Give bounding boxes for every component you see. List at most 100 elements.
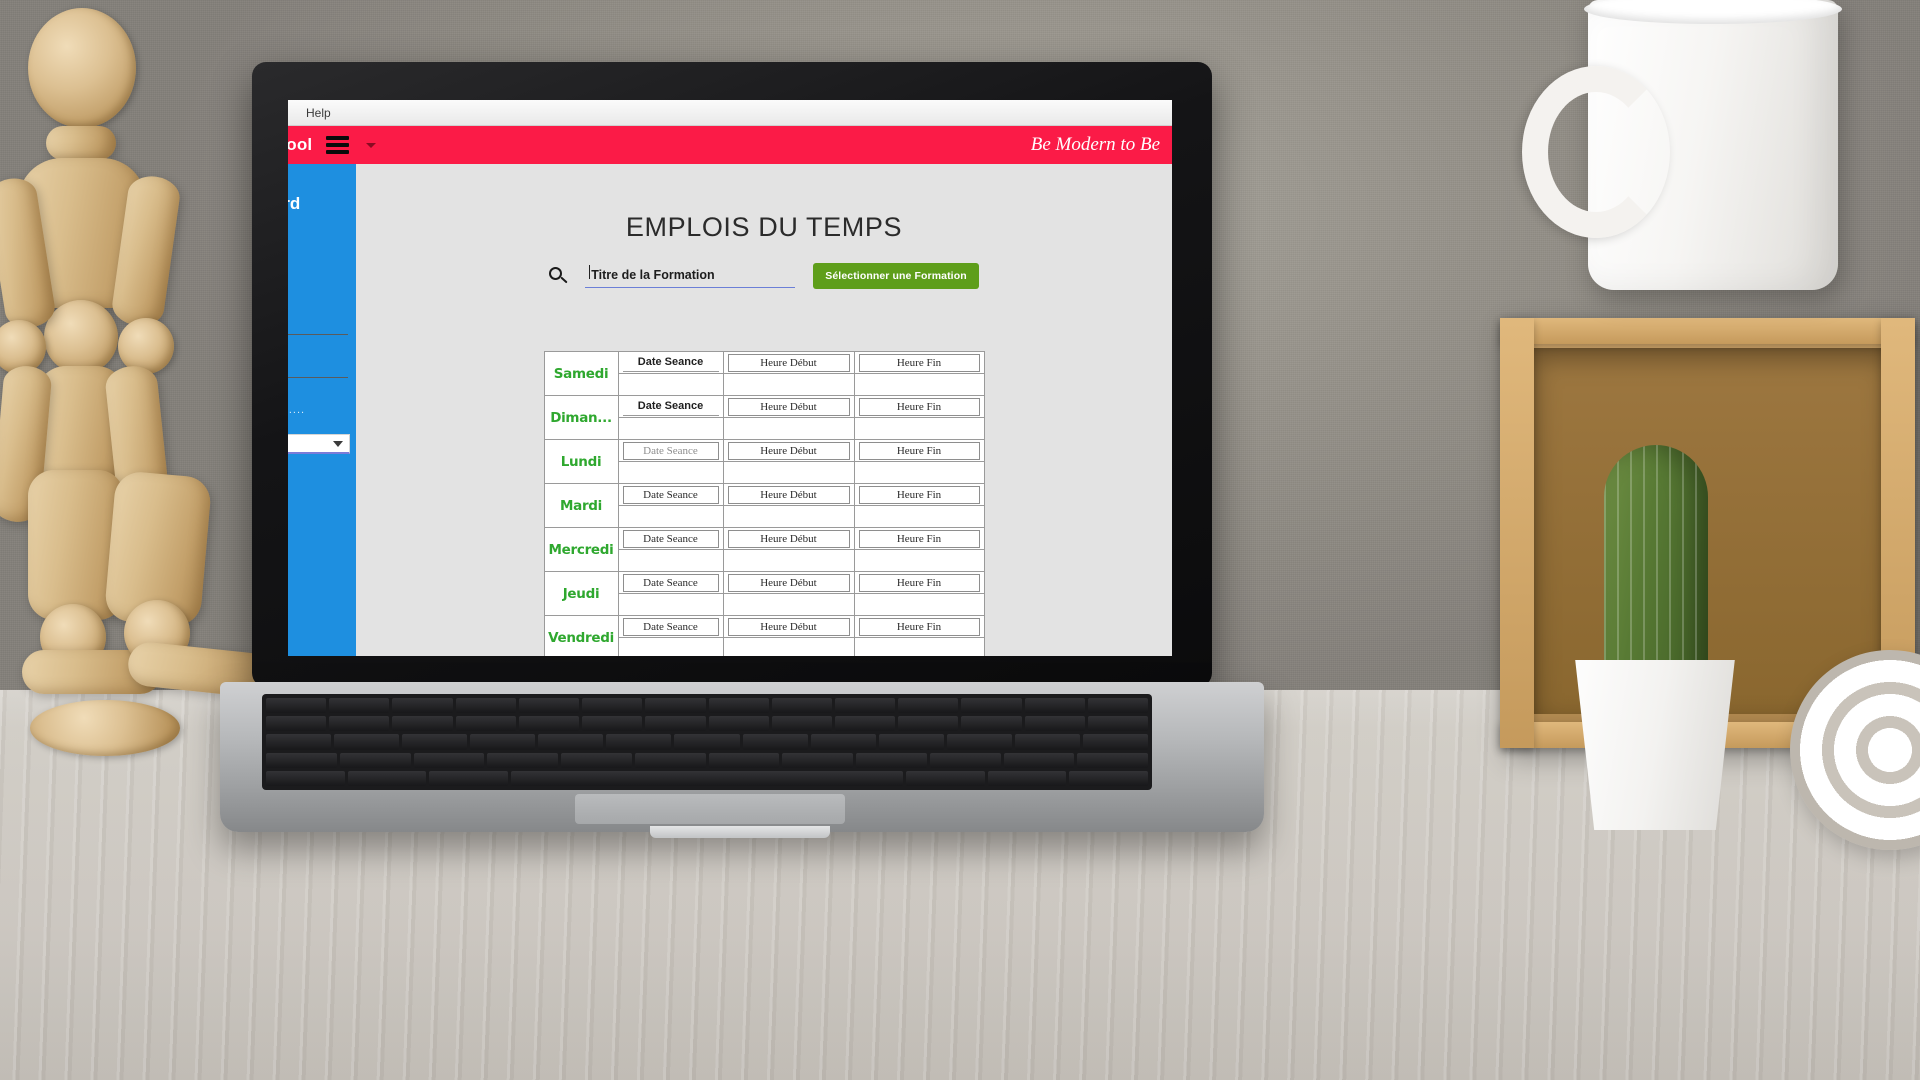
main-content: EMPLOIS DU TEMPS Titre de la Formation S… xyxy=(356,164,1172,656)
heure-debut-value[interactable] xyxy=(723,461,854,483)
heure-debut-input[interactable]: Heure Début xyxy=(727,617,850,636)
table-row: Vendredi Date Seance Heure Début Heure F… xyxy=(543,615,985,656)
laptop-base xyxy=(220,682,1264,838)
search-input[interactable]: Titre de la Formation xyxy=(585,264,796,288)
heure-fin-input[interactable]: Heure Fin xyxy=(858,485,980,504)
heure-debut-value[interactable] xyxy=(723,373,854,395)
heure-debut-value[interactable] xyxy=(723,549,854,571)
date-seance-input[interactable]: Date Seance xyxy=(622,353,719,372)
table-row: Lundi Date Seance Heure Début Heure Fin xyxy=(543,439,985,484)
sidebar-select[interactable] xyxy=(288,434,350,454)
day-label: Samedi xyxy=(543,351,619,396)
date-seance-value[interactable] xyxy=(618,373,723,395)
heure-fin-value[interactable] xyxy=(854,373,984,395)
heure-fin-cell: Heure Fin xyxy=(853,395,985,440)
day-label: Jeudi xyxy=(543,571,619,616)
date-seance-input[interactable]: Date Seance xyxy=(622,485,719,504)
heure-debut-cell: Heure Début xyxy=(722,351,855,396)
heure-debut-input[interactable]: Heure Début xyxy=(727,485,850,504)
date-seance-input[interactable]: Date Seance xyxy=(622,441,719,460)
tagline-text: Be Modern to Be xyxy=(1030,134,1160,155)
keyboard-row xyxy=(266,734,1148,750)
heure-debut-cell: Heure Début xyxy=(722,527,855,572)
heure-fin-input[interactable]: Heure Fin xyxy=(858,573,980,592)
date-seance-input[interactable]: Date Seance xyxy=(622,529,719,548)
sidebar-truncated-label: · ...... xyxy=(288,404,306,416)
heure-debut-input[interactable]: Heure Début xyxy=(727,529,850,548)
brand-area: chool xyxy=(288,135,377,155)
date-seance-input[interactable]: Date Seance xyxy=(622,617,719,636)
heure-debut-input[interactable]: Heure Début xyxy=(727,353,850,372)
sidebar-item-accueil[interactable]: cueil xyxy=(288,274,356,292)
heure-fin-value[interactable] xyxy=(854,593,984,615)
day-label: Lundi xyxy=(543,439,619,484)
laptop-mockup: Help chool Be Modern to Be de Bord xyxy=(220,62,1312,852)
heure-fin-input[interactable]: Heure Fin xyxy=(858,529,980,548)
keyboard xyxy=(262,694,1152,790)
table-row: Mardi Date Seance Heure Début Heure Fin xyxy=(543,483,985,528)
date-seance-cell: Date Seance xyxy=(617,439,724,484)
table-row: Diman... Date Seance Heure Début Heure F… xyxy=(543,395,985,440)
search-icon[interactable] xyxy=(549,267,568,285)
heure-fin-cell: Heure Fin xyxy=(853,527,985,572)
laptop-latch xyxy=(650,826,830,838)
app-body: de Bord cueil · ...... EMPLOIS DU TEMPS xyxy=(288,164,1172,656)
heure-fin-input[interactable]: Heure Fin xyxy=(858,441,980,460)
date-seance-value[interactable] xyxy=(618,637,723,656)
timetable: Samedi Date Seance Heure Début Heure Fin… xyxy=(543,351,985,656)
heure-fin-input[interactable]: Heure Fin xyxy=(858,397,980,416)
date-seance-input[interactable]: Date Seance xyxy=(622,573,719,592)
date-seance-value[interactable] xyxy=(618,593,723,615)
heure-fin-value[interactable] xyxy=(854,637,984,656)
heure-fin-value[interactable] xyxy=(854,461,984,483)
heure-fin-value[interactable] xyxy=(854,549,984,571)
browser-menubar: Help xyxy=(288,100,1172,126)
heure-debut-input[interactable]: Heure Début xyxy=(727,397,850,416)
day-label: Mardi xyxy=(543,483,619,528)
chevron-down-icon xyxy=(333,440,343,447)
keyboard-row xyxy=(266,752,1148,768)
timetable-wrapper: Samedi Date Seance Heure Début Heure Fin… xyxy=(356,351,1172,656)
heure-debut-cell: Heure Début xyxy=(722,571,855,616)
heure-fin-input[interactable]: Heure Fin xyxy=(858,353,980,372)
app-topbar: chool Be Modern to Be xyxy=(288,126,1172,164)
trackpad xyxy=(575,794,845,824)
heure-fin-value[interactable] xyxy=(854,505,984,527)
heure-debut-value[interactable] xyxy=(723,593,854,615)
chevron-down-icon[interactable] xyxy=(366,142,377,148)
date-seance-value[interactable] xyxy=(618,505,723,527)
day-label: Diman... xyxy=(543,395,619,440)
keyboard-row xyxy=(266,716,1148,732)
date-seance-input[interactable]: Date Seance xyxy=(622,397,719,416)
date-seance-cell: Date Seance xyxy=(617,483,724,528)
date-seance-value[interactable] xyxy=(618,461,723,483)
sidebar: de Bord cueil · ...... xyxy=(288,164,356,656)
date-seance-value[interactable] xyxy=(618,417,723,439)
day-label: Vendredi xyxy=(543,615,619,656)
heure-fin-input[interactable]: Heure Fin xyxy=(858,617,980,636)
heure-debut-input[interactable]: Heure Début xyxy=(727,573,850,592)
date-seance-cell: Date Seance xyxy=(617,527,724,572)
heure-fin-cell: Heure Fin xyxy=(853,351,985,396)
heure-fin-cell: Heure Fin xyxy=(853,615,985,656)
heure-debut-cell: Heure Début xyxy=(722,439,855,484)
coffee-mug xyxy=(1522,0,1842,290)
select-formation-button[interactable]: Sélectionner une Formation xyxy=(813,263,979,289)
sidebar-title: de Bord xyxy=(288,194,301,213)
heure-debut-value[interactable] xyxy=(723,505,854,527)
hamburger-icon[interactable] xyxy=(326,136,350,154)
date-seance-value[interactable] xyxy=(618,549,723,571)
heure-fin-cell: Heure Fin xyxy=(853,483,985,528)
heure-debut-input[interactable]: Heure Début xyxy=(727,441,850,460)
heure-debut-value[interactable] xyxy=(723,637,854,656)
heure-fin-value[interactable] xyxy=(854,417,984,439)
search-row: Titre de la Formation Sélectionner une F… xyxy=(356,263,1172,289)
heure-debut-value[interactable] xyxy=(723,417,854,439)
menu-item-help[interactable]: Help xyxy=(306,106,331,120)
table-row: Jeudi Date Seance Heure Début Heure Fin xyxy=(543,571,985,616)
text-caret xyxy=(589,265,591,279)
sidebar-divider-2 xyxy=(288,377,348,378)
date-seance-cell: Date Seance xyxy=(617,615,724,656)
timetable-body: Samedi Date Seance Heure Début Heure Fin… xyxy=(543,351,985,656)
date-seance-cell: Date Seance xyxy=(617,395,724,440)
